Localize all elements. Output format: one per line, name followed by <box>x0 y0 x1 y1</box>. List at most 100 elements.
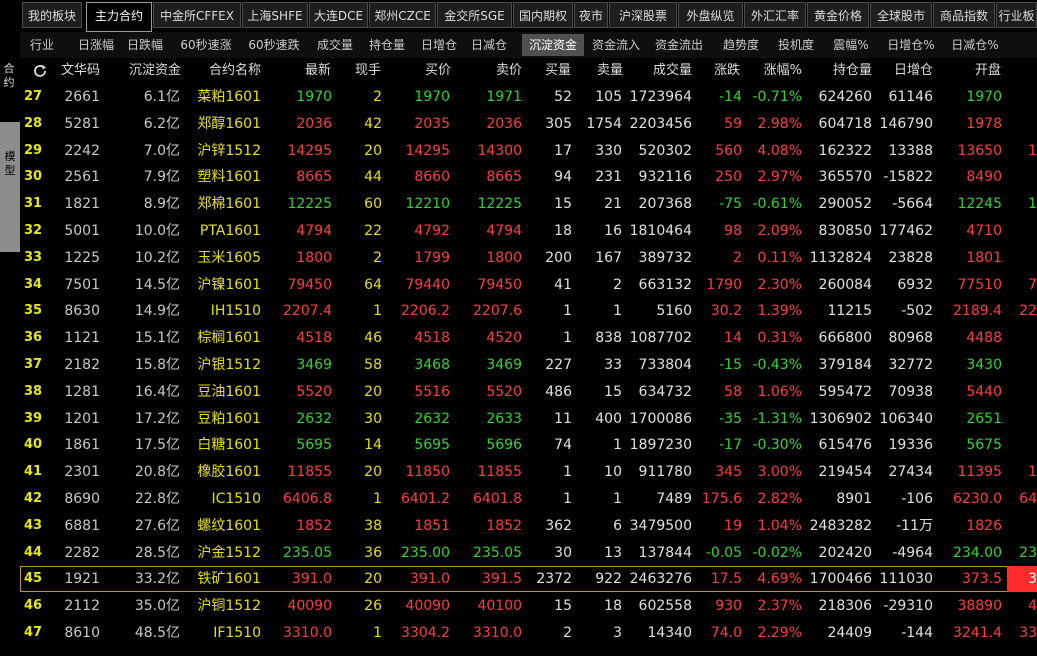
ranking-tab-16[interactable]: 日增仓% <box>880 34 942 56</box>
model-side-tab[interactable]: 模型 <box>0 122 20 252</box>
table-row[interactable]: 42 8690 22.8亿 IC1510 6406.8 1 6401.2 6401.8 1 1 74… <box>20 486 1037 512</box>
table-row[interactable]: 34 7501 14.5亿 沪镍1601 79450 64 79440 79450 41 2 663… <box>20 272 1037 298</box>
ranking-tab-9[interactable]: 日减仓 <box>466 34 512 56</box>
exchange-tab-10[interactable]: 沪深股票 <box>609 2 677 28</box>
exchange-tab-12[interactable]: 外汇汇率 <box>744 2 806 28</box>
column-header-13[interactable]: 持仓量 <box>806 58 872 84</box>
ranking-tab-11[interactable]: 资金流入 <box>588 34 644 56</box>
column-header-9[interactable]: 卖量 <box>573 58 623 84</box>
cell-fund: 7.9亿 <box>143 169 180 186</box>
table-row[interactable]: 38 1281 16.4亿 豆油1601 5520 20 5516 5520 486 15 6347… <box>20 379 1037 405</box>
table-row[interactable]: 47 8610 48.5亿 IF1510 3310.0 1 3304.2 3310.0 2 3 14… <box>20 620 1037 646</box>
ranking-tab-8[interactable]: 日增仓 <box>416 34 462 56</box>
exchange-tab-8[interactable]: 国内期权 <box>513 2 573 28</box>
ranking-tab-15[interactable]: 震幅% <box>826 34 876 56</box>
table-row[interactable]: 33 1225 10.2亿 玉米1605 1800 2 1799 1800 200 167 3897… <box>20 245 1037 271</box>
exchange-tab-14[interactable]: 全球股市 <box>870 2 932 28</box>
table-row[interactable]: 39 1201 17.2亿 豆粕1601 2632 30 2632 2633 11 400 1700… <box>20 406 1037 432</box>
exchange-tab-2[interactable]: 主力合约 <box>86 2 152 32</box>
cell-name: 铁矿1601 <box>197 571 261 588</box>
cell-extra <box>1007 325 1037 351</box>
cell-pct: 2.82% <box>757 491 802 507</box>
ranking-tab-10[interactable]: 沉淀资金 <box>522 34 584 56</box>
cell-last: 1852 <box>296 517 332 534</box>
cell-ask: 1852 <box>486 517 522 534</box>
table-row[interactable]: 43 6881 27.6亿 螺纹1601 1852 38 1851 1852 362 6 34795… <box>20 513 1037 539</box>
column-header-5[interactable]: 现手 <box>333 58 381 84</box>
cell-name: 沪金1512 <box>197 544 261 561</box>
ranking-tab-3[interactable]: 日跌幅 <box>120 34 170 56</box>
cell-fund: 6.2亿 <box>143 115 180 132</box>
exchange-tab-1[interactable]: 我的板块 <box>22 2 82 28</box>
exchange-tab-16[interactable]: 行业板 <box>996 2 1037 28</box>
ranking-tab-12[interactable]: 资金流出 <box>648 34 710 56</box>
cell-oi: 615476 <box>818 437 872 454</box>
ranking-tab-1[interactable]: 行业 <box>22 34 62 56</box>
cell-askv: 231 <box>595 169 622 186</box>
contract-side-label[interactable]: 合约 <box>0 62 18 92</box>
ranking-tab-7[interactable]: 持仓量 <box>362 34 412 56</box>
column-header-10[interactable]: 成交量 <box>626 58 692 84</box>
exchange-tab-5[interactable]: 大连DCE <box>309 2 368 28</box>
exchange-tab-11[interactable]: 外盘纵览 <box>678 2 743 28</box>
exchange-tab-4[interactable]: 上海SHFE <box>242 2 308 28</box>
cell-vol: 3479500 <box>629 517 692 534</box>
cell-doi: 61146 <box>888 89 933 105</box>
cell-code: 1921 <box>64 571 100 588</box>
column-header-4[interactable]: 最新 <box>271 58 331 84</box>
exchange-tab-13[interactable]: 黄金价格 <box>807 2 869 28</box>
exchange-tab-7[interactable]: 金交所SGE <box>437 2 512 28</box>
cell-ask: 79450 <box>477 276 522 293</box>
column-header-2[interactable]: 沉淀资金 <box>101 58 181 84</box>
ranking-tab-13[interactable]: 趋势度 <box>714 34 768 56</box>
table-row[interactable]: 29 2242 7.0亿 沪锌1512 14295 20 14295 14300 17 330 52… <box>20 138 1037 164</box>
cell-vol: 932116 <box>638 169 692 186</box>
cell-open: 12245 <box>957 196 1002 213</box>
ranking-tab-5[interactable]: 60秒速跌 <box>242 34 306 56</box>
table-row[interactable]: 37 2182 15.8亿 沪银1512 3469 58 3468 3469 227 33 7338… <box>20 352 1037 378</box>
ranking-tab-17[interactable]: 日减仓% <box>944 34 1006 56</box>
cell-name: 豆粕1601 <box>197 410 261 427</box>
column-header-14[interactable]: 日增仓 <box>873 58 933 84</box>
cell-open: 2189.4 <box>953 303 1002 320</box>
cell-askv: 1 <box>613 303 622 320</box>
table-row-selected[interactable]: 45 1921 33.2亿 铁矿1601 391.0 20 391.0 391.5 2372 92… <box>20 566 1037 593</box>
ranking-tab-4[interactable]: 60秒速涨 <box>174 34 238 56</box>
table-row[interactable]: 28 5281 6.2亿 郑醇1601 2036 42 2035 2036 305 1754 220… <box>20 111 1037 137</box>
exchange-tab-9[interactable]: 夜市 <box>574 2 608 28</box>
column-header-7[interactable]: 卖价 <box>462 58 522 84</box>
column-header-3[interactable]: 合约名称 <box>181 58 261 84</box>
ranking-tab-6[interactable]: 成交量 <box>310 34 360 56</box>
exchange-tab-3[interactable]: 中金所CFFEX <box>153 2 241 28</box>
column-header-15[interactable]: 开盘 <box>941 58 1001 84</box>
table-row[interactable]: 46 2112 35.0亿 沪铜1512 40090 26 40090 40100 15 18 60… <box>20 593 1037 619</box>
column-header-11[interactable]: 涨跌 <box>694 58 740 84</box>
cell-ltr: 60 <box>364 196 382 213</box>
table-row[interactable]: 36 1121 15.1亿 棕榈1601 4518 46 4518 4520 1 838 10877… <box>20 325 1037 351</box>
cell-askv: 400 <box>595 410 622 427</box>
cell-doi: 13388 <box>888 142 933 159</box>
table-row[interactable]: 40 1861 17.5亿 白糖1601 5695 14 5695 5696 74 1 189723… <box>20 432 1037 458</box>
cell-bidv: 305 <box>545 115 572 132</box>
table-row[interactable]: 31 1821 8.9亿 郑棉1601 12225 60 12210 12225 15 21 207… <box>20 191 1037 217</box>
cell-ask: 3469 <box>486 357 522 373</box>
cell-oi: 1306902 <box>809 410 872 427</box>
exchange-tab-6[interactable]: 郑州CZCE <box>369 2 436 28</box>
cell-open: 1826 <box>966 517 1002 534</box>
table-row[interactable]: 44 2282 28.5亿 沪金1512 235.05 36 235.00 235.05 30 1… <box>20 540 1037 566</box>
column-header-6[interactable]: 买价 <box>391 58 451 84</box>
column-header-8[interactable]: 买量 <box>523 58 571 84</box>
table-row[interactable]: 41 2301 20.8亿 橡胶1601 11855 20 11850 11855 1 10 911… <box>20 459 1037 485</box>
cell-last: 1800 <box>296 249 332 266</box>
cell-askv: 2 <box>613 276 622 293</box>
table-row[interactable]: 35 8630 14.9亿 IH1510 2207.4 1 2206.2 2207.6 1 1 51… <box>20 298 1037 324</box>
table-row[interactable]: 27 2661 6.1亿 菜粕1601 1970 2 1970 1971 52 105 172396… <box>20 84 1037 110</box>
cell-oi: 219454 <box>818 464 872 481</box>
table-row[interactable]: 30 2561 7.9亿 塑料1601 8665 44 8660 8665 94 231 93211… <box>20 164 1037 190</box>
column-header-1[interactable]: 文华码 <box>30 58 100 84</box>
column-header-12[interactable]: 涨幅% <box>744 58 802 84</box>
exchange-tab-15[interactable]: 商品指数 <box>933 2 995 28</box>
ranking-tab-2[interactable]: 日涨幅 <box>66 34 126 56</box>
ranking-tab-14[interactable]: 投机度 <box>770 34 822 56</box>
table-row[interactable]: 32 5001 10.0亿 PTA1601 4794 22 4792 4794 18 16 1810… <box>20 218 1037 244</box>
